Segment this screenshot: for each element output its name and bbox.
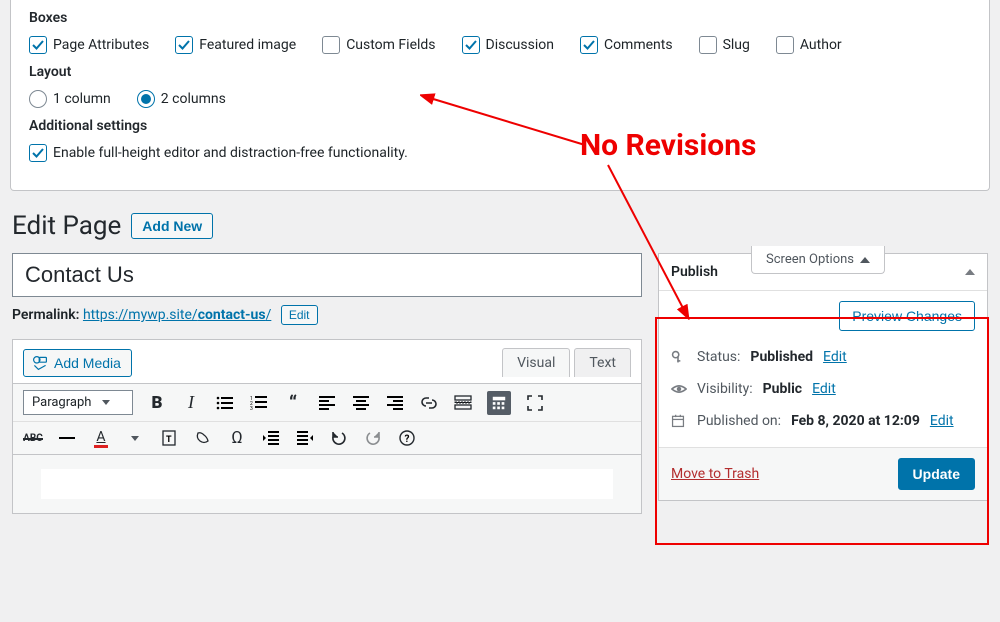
editor-box: Add Media Visual Text Paragraph B xyxy=(12,339,642,514)
layout-row: 1 column 2 columns xyxy=(29,90,971,108)
edit-date-link[interactable]: Edit xyxy=(930,413,954,429)
clear-formatting-button[interactable] xyxy=(193,428,213,448)
page-title: Edit Page xyxy=(12,211,121,241)
screen-options-tab[interactable]: Screen Options xyxy=(751,246,885,274)
numbered-list-button[interactable]: 123 xyxy=(249,393,269,413)
align-right-button[interactable] xyxy=(385,393,405,413)
published-value: Feb 8, 2020 at 12:09 xyxy=(791,413,920,429)
screen-options-tab-label: Screen Options xyxy=(766,252,854,267)
checkbox-page-attributes[interactable]: Page Attributes xyxy=(29,36,149,54)
text-color-button[interactable]: A xyxy=(91,428,111,448)
checkbox-comments[interactable]: Comments xyxy=(580,36,673,54)
layout-heading: Layout xyxy=(29,64,971,80)
align-center-button[interactable] xyxy=(351,393,371,413)
full-height-label: Enable full-height editor and distractio… xyxy=(53,145,408,161)
outdent-button[interactable] xyxy=(261,428,281,448)
bullet-list-button[interactable] xyxy=(215,393,235,413)
align-left-button[interactable] xyxy=(317,393,337,413)
strikethrough-button[interactable]: ABC xyxy=(23,428,43,448)
read-more-button[interactable] xyxy=(453,393,473,413)
checkbox-slug[interactable]: Slug xyxy=(699,36,750,54)
add-media-button[interactable]: Add Media xyxy=(23,349,132,377)
radio-1-column[interactable]: 1 column xyxy=(29,90,111,108)
visibility-value: Public xyxy=(763,381,802,397)
toolbar-toggle-button[interactable] xyxy=(487,391,511,415)
tab-text[interactable]: Text xyxy=(574,348,631,377)
published-label: Published on: xyxy=(697,413,781,429)
permalink-label: Permalink: xyxy=(12,307,79,323)
annotation-text: No Revisions xyxy=(580,128,756,163)
permalink-edit-button[interactable]: Edit xyxy=(281,305,318,325)
paste-text-button[interactable]: T xyxy=(159,428,179,448)
additional-heading: Additional settings xyxy=(29,118,971,134)
eye-icon xyxy=(671,381,687,397)
permalink-row: Permalink: https://mywp.site/contact-us/… xyxy=(12,305,642,325)
boxes-heading: Boxes xyxy=(29,10,971,26)
special-char-button[interactable]: Ω xyxy=(227,428,247,448)
horizontal-rule-button[interactable] xyxy=(57,428,77,448)
move-to-trash-link[interactable]: Move to Trash xyxy=(671,466,759,482)
svg-text:?: ? xyxy=(405,434,410,445)
full-height-checkbox[interactable]: Enable full-height editor and distractio… xyxy=(29,144,408,162)
checkbox-discussion[interactable]: Discussion xyxy=(462,36,554,54)
media-icon xyxy=(32,355,48,371)
chevron-down-icon xyxy=(102,400,110,405)
editor-content[interactable] xyxy=(13,455,641,513)
status-value: Published xyxy=(750,349,813,365)
format-select[interactable]: Paragraph xyxy=(23,390,133,415)
permalink-link[interactable]: https://mywp.site/contact-us/ xyxy=(83,307,271,323)
bold-button[interactable]: B xyxy=(147,393,167,413)
link-button[interactable] xyxy=(419,393,439,413)
help-button[interactable]: ? xyxy=(397,428,417,448)
indent-button[interactable] xyxy=(295,428,315,448)
publish-box: Publish Preview Changes Status: Publishe… xyxy=(658,253,988,501)
undo-button[interactable] xyxy=(329,428,349,448)
status-label: Status: xyxy=(697,349,740,365)
redo-button[interactable] xyxy=(363,428,383,448)
radio-2-columns[interactable]: 2 columns xyxy=(137,90,226,108)
checkbox-author[interactable]: Author xyxy=(776,36,842,54)
edit-status-link[interactable]: Edit xyxy=(823,349,847,365)
chevron-up-icon xyxy=(860,257,870,263)
key-icon xyxy=(671,350,687,364)
collapse-toggle-icon[interactable] xyxy=(965,269,975,275)
screen-options-panel: Boxes Page Attributes Featured image Custo… xyxy=(10,0,990,191)
publish-box-title: Publish xyxy=(671,264,718,280)
calendar-icon xyxy=(671,414,687,428)
text-color-dropdown[interactable] xyxy=(125,428,145,448)
checkbox-featured-image[interactable]: Featured image xyxy=(175,36,296,54)
editor-toolbar: Paragraph B I 123 “ xyxy=(13,383,641,455)
svg-text:3: 3 xyxy=(250,406,253,412)
blockquote-button[interactable]: “ xyxy=(283,393,303,413)
preview-changes-button[interactable]: Preview Changes xyxy=(839,301,975,331)
update-button[interactable]: Update xyxy=(898,458,975,490)
fullscreen-button[interactable] xyxy=(525,393,545,413)
post-title-input[interactable] xyxy=(12,253,642,297)
checkbox-custom-fields[interactable]: Custom Fields xyxy=(322,36,435,54)
add-new-button[interactable]: Add New xyxy=(131,213,213,239)
italic-button[interactable]: I xyxy=(181,393,201,413)
tab-visual[interactable]: Visual xyxy=(502,348,570,377)
visibility-label: Visibility: xyxy=(697,381,753,397)
boxes-row: Page Attributes Featured image Custom Fiel… xyxy=(29,36,971,54)
edit-visibility-link[interactable]: Edit xyxy=(812,381,836,397)
svg-text:T: T xyxy=(166,435,172,445)
